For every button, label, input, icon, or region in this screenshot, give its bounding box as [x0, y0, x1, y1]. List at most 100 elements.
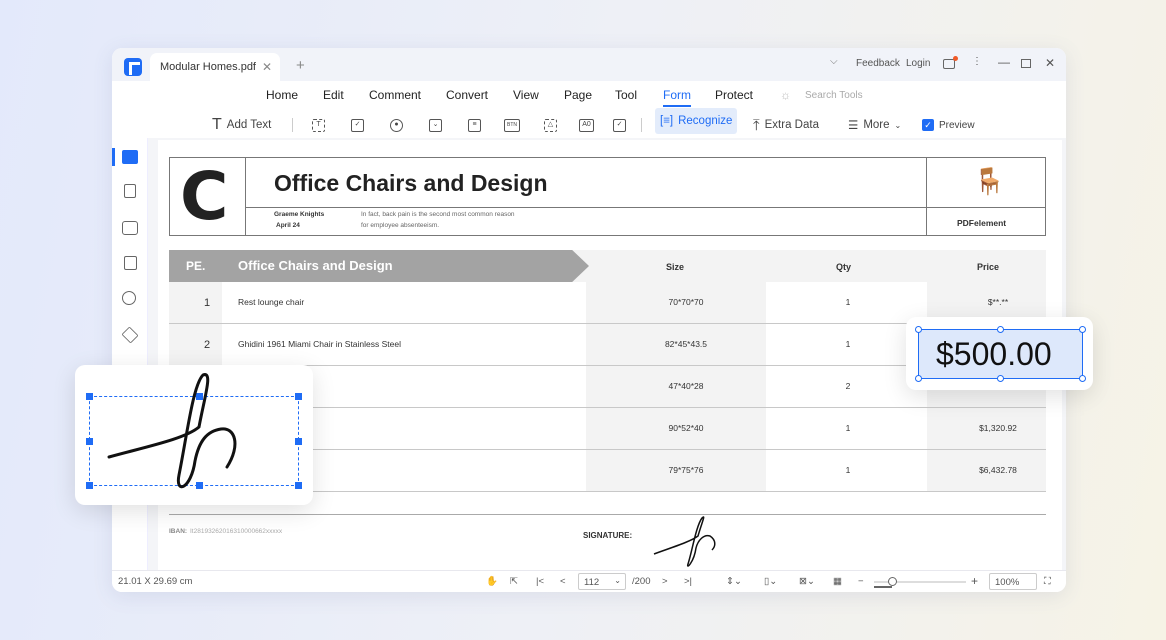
footer-rule: [169, 514, 1046, 515]
page-number-input[interactable]: 112 ⌄: [578, 573, 626, 590]
hand-tool-icon[interactable]: ✋: [486, 576, 498, 587]
recognize-icon: [≡]: [660, 115, 674, 127]
next-page-icon[interactable]: >: [662, 576, 668, 587]
zoom-out-icon[interactable]: −: [858, 576, 864, 587]
combo-box-icon: ⌄: [429, 118, 442, 132]
divider: [926, 157, 928, 236]
cell-qty: 1: [845, 465, 851, 475]
search-tools[interactable]: Search Tools: [805, 90, 863, 101]
bookmark-icon[interactable]: [124, 184, 136, 198]
cell-price: $**.**: [987, 297, 1009, 307]
menu-page[interactable]: Page: [564, 88, 592, 102]
preview-label: Preview: [939, 119, 975, 131]
rotate-icon[interactable]: ⊠⌄: [799, 576, 815, 587]
feedback-link[interactable]: Feedback: [856, 58, 900, 69]
search-icon[interactable]: [122, 291, 136, 305]
zoom-in-icon[interactable]: +: [971, 574, 978, 588]
divider: [245, 157, 247, 236]
first-page-icon[interactable]: |<: [536, 576, 544, 587]
button-tool[interactable]: BTN: [504, 112, 520, 138]
menu-view[interactable]: View: [513, 88, 539, 102]
more-label: More: [863, 119, 890, 131]
iban-label: IBAN:: [169, 528, 188, 535]
cell-name: Ghidini 1961 Miami Chair in Stainless St…: [238, 339, 401, 349]
close-tab-icon[interactable]: ✕: [262, 60, 272, 74]
page-number: 112: [584, 577, 600, 588]
fullscreen-icon[interactable]: ⛶: [1044, 576, 1051, 587]
zoom-value: 100%: [995, 577, 1020, 588]
author: Graeme Knights: [274, 211, 325, 218]
thumbnails-icon[interactable]: [122, 150, 138, 164]
menu-home[interactable]: Home: [266, 88, 298, 102]
doc-title: Office Chairs and Design: [274, 170, 548, 196]
text-field-tool[interactable]: T: [312, 112, 325, 138]
notification-icon[interactable]: [943, 56, 958, 69]
radio-tool[interactable]: ●: [390, 112, 403, 138]
menu-convert[interactable]: Convert: [446, 88, 488, 102]
cell-qty: 1: [845, 297, 851, 307]
last-page-icon[interactable]: >|: [684, 576, 692, 587]
menu-protect[interactable]: Protect: [715, 88, 753, 102]
combo-box-tool[interactable]: ⌄: [429, 112, 442, 138]
date: April 24: [276, 222, 300, 229]
close-window-icon[interactable]: ✕: [1045, 56, 1055, 70]
page-layout-icon[interactable]: ▦: [833, 576, 842, 587]
cell-name: Rest lounge chair: [238, 297, 305, 307]
col-size: Size: [666, 262, 685, 272]
select-tool-icon[interactable]: ⇱: [510, 576, 518, 587]
cell-size: 90*52*40: [668, 423, 704, 433]
login-link[interactable]: Login: [906, 58, 930, 69]
menu-edit[interactable]: Edit: [323, 88, 344, 102]
attachment-icon[interactable]: [124, 256, 137, 270]
layers-icon[interactable]: [121, 326, 139, 344]
signature-label: SIGNATURE:: [583, 531, 633, 540]
signature-field-icon: A0: [579, 118, 594, 132]
maximize-icon[interactable]: [1021, 59, 1031, 68]
menu-form[interactable]: Form: [663, 88, 691, 107]
blurb-line1: In fact, back pain is the second most co…: [361, 211, 515, 218]
comment-icon[interactable]: [122, 221, 138, 235]
more-vertical-icon[interactable]: ⋮: [972, 56, 982, 67]
logo-letter: C: [180, 158, 229, 235]
more-button[interactable]: ☰ More ⌄: [848, 112, 901, 138]
menu-comment[interactable]: Comment: [369, 88, 421, 102]
zoom-slider-handle[interactable]: [888, 577, 898, 586]
zoom-slider[interactable]: [874, 577, 966, 588]
list-box-icon: ≡: [468, 118, 481, 132]
col-qty: Qty: [836, 262, 852, 272]
app-logo-icon: [124, 58, 142, 76]
text-icon: T: [212, 116, 222, 133]
extra-data-label: Extra Data: [764, 119, 819, 131]
document-tab[interactable]: Modular Homes.pdf ✕: [150, 53, 280, 81]
prev-page-icon[interactable]: <: [560, 576, 566, 587]
blurb-line2: for employee absenteeism.: [361, 222, 440, 229]
date-field-tool[interactable]: ✓: [613, 112, 626, 138]
menu-tool[interactable]: Tool: [615, 88, 637, 102]
add-text-button[interactable]: T Add Text: [212, 112, 271, 138]
preview-checkbox[interactable]: ✓ Preview: [922, 112, 975, 138]
left-sidebar: [112, 138, 148, 570]
cell-qty: 1: [845, 423, 851, 433]
divider: [292, 118, 293, 132]
zoom-select[interactable]: 100%: [989, 573, 1037, 590]
upload-icon: ⤒: [753, 116, 760, 134]
fit-width-icon[interactable]: ▯⌄: [764, 576, 777, 587]
text-field-icon: T: [312, 118, 325, 132]
iban-value: It28193262016310000662xxxxx: [190, 528, 283, 535]
price-field[interactable]: $500.00: [915, 326, 1086, 382]
extra-data-button[interactable]: ⤒ Extra Data: [753, 112, 819, 138]
chevron-down-icon[interactable]: ⌵: [830, 56, 838, 67]
cell-no: 1: [203, 297, 211, 309]
checkbox-tool[interactable]: ✓: [351, 112, 364, 138]
signature-field-tool[interactable]: A0: [579, 112, 594, 138]
signature-card: [75, 365, 313, 505]
status-bar: 21.01 X 29.69 cm ✋ ⇱ |< < 112 ⌄ /200 > >|…: [112, 570, 1066, 592]
list-box-tool[interactable]: ≡: [468, 112, 481, 138]
tab-bar: Modular Homes.pdf ✕ + ⌵ Feedback Login ⋮ …: [112, 48, 1066, 81]
recognize-button[interactable]: [≡] Recognize: [655, 108, 738, 134]
more-icon: ☰: [848, 120, 859, 132]
new-tab-icon[interactable]: +: [296, 57, 305, 74]
fit-height-icon[interactable]: ⇕⌄: [726, 576, 742, 587]
minimize-icon[interactable]: —: [998, 55, 1010, 69]
image-field-tool[interactable]: △: [544, 112, 557, 138]
